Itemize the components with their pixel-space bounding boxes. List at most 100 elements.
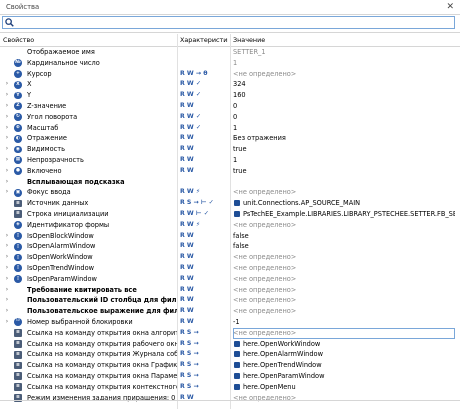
close-icon[interactable]: ✕ <box>446 0 454 14</box>
property-row[interactable]: › X X R W ✓ 324 <box>0 79 460 90</box>
property-row[interactable]: › ▯ IsOpenWorkWindow R W <не определено> <box>0 252 460 263</box>
property-row[interactable]: › ◐ Отражение R W Без отражения <box>0 133 460 144</box>
expand-chevron-icon[interactable]: › <box>4 144 10 155</box>
property-row[interactable]: › ¹² Номер выбранной блокировки R W -1 <box>0 317 460 328</box>
expand-chevron-icon[interactable]: › <box>4 133 10 144</box>
property-row[interactable]: › ▯ IsOpenAlarmWindow R W false <box>0 241 460 252</box>
property-row[interactable]: › Требование квитировать все R W <не опреде… <box>0 285 460 296</box>
property-value[interactable]: here.OpenAlarmWindow <box>243 349 455 360</box>
expand-chevron-icon[interactable]: › <box>4 155 10 166</box>
column-value[interactable]: Значение <box>233 34 453 46</box>
expand-chevron-icon[interactable] <box>4 382 10 393</box>
property-row[interactable]: › ▯ IsOpenBlockWindow R W false <box>0 231 460 242</box>
expand-chevron-icon[interactable]: › <box>4 231 10 242</box>
property-row[interactable]: › ▦ Непрозрачность R W 1 <box>0 155 460 166</box>
expand-chevron-icon[interactable]: › <box>4 166 10 177</box>
property-row[interactable]: ◈ Идентификатор формы R W ⚡ <не определено> <box>0 220 460 231</box>
expand-chevron-icon[interactable] <box>4 328 10 339</box>
property-value[interactable]: <не определено> <box>233 285 455 296</box>
expand-chevron-icon[interactable]: › <box>4 177 10 188</box>
property-row[interactable]: › ▣ Фокус ввода R W ⚡ <не определено> <box>0 187 460 198</box>
expand-chevron-icon[interactable]: › <box>4 90 10 101</box>
property-row[interactable]: ≡ Ссылка на команду открытия контекстного… <box>0 382 460 393</box>
column-characteristics[interactable]: Характеристики <box>180 34 228 46</box>
property-row[interactable]: › ▯ IsOpenTrendWindow R W <не определено> <box>0 263 460 274</box>
expand-chevron-icon[interactable]: › <box>4 263 10 274</box>
property-value[interactable]: <не определено> <box>233 263 455 274</box>
column-property[interactable]: Свойство <box>3 34 175 46</box>
expand-chevron-icon[interactable]: › <box>4 123 10 134</box>
property-row[interactable]: ≡ Ссылка на команду открытия окна алгорит… <box>0 327 460 339</box>
property-row[interactable]: › ↻ Угол поворота R W ✓ 0 <box>0 112 460 123</box>
expand-chevron-icon[interactable] <box>4 339 10 350</box>
property-value[interactable]: -1 <box>233 317 455 328</box>
expand-chevron-icon[interactable] <box>4 393 10 404</box>
property-row[interactable]: › ⊕ Масштаб R W ✓ 1 <box>0 123 460 134</box>
property-value[interactable]: <не определено> <box>233 187 455 198</box>
expand-chevron-icon[interactable]: › <box>4 317 10 328</box>
expand-chevron-icon[interactable]: › <box>4 241 10 252</box>
property-row[interactable]: ≡Режим изменения задания приращения: 0 -… <box>0 393 460 404</box>
property-row[interactable]: ≡ Ссылка на команду открытия рабочего окн… <box>0 339 460 350</box>
property-value[interactable]: <не определено> <box>233 306 455 317</box>
expand-chevron-icon[interactable] <box>4 360 10 371</box>
property-row[interactable]: ≡ Ссылка на команду открытия окна Графико… <box>0 360 460 371</box>
property-value[interactable]: false <box>233 241 455 252</box>
property-value[interactable]: here.OpenMenu <box>243 382 455 393</box>
property-value[interactable] <box>233 177 455 188</box>
property-value[interactable]: true <box>233 144 455 155</box>
property-value[interactable]: here.OpenWorkWindow <box>243 339 455 350</box>
property-row[interactable]: › ◉ Видимость R W true <box>0 144 460 155</box>
property-value[interactable]: SETTER_1 <box>233 47 455 58</box>
property-row[interactable]: › Всплывающая подсказка <box>0 177 460 188</box>
property-value[interactable]: here.OpenTrendWindow <box>243 360 455 371</box>
property-value[interactable]: 0 <box>233 101 455 112</box>
expand-chevron-icon[interactable]: › <box>4 274 10 285</box>
expand-chevron-icon[interactable]: › <box>4 252 10 263</box>
property-row[interactable]: › Z Z-значение R W 0 <box>0 101 460 112</box>
expand-chevron-icon[interactable]: › <box>4 306 10 317</box>
property-value[interactable]: 1 <box>233 58 455 69</box>
property-row[interactable]: № Кардинальное число 1 <box>0 58 460 69</box>
expand-chevron-icon[interactable] <box>4 58 10 69</box>
property-value[interactable]: 1 <box>233 123 455 134</box>
property-value[interactable]: <не определено> <box>233 393 455 404</box>
property-row[interactable]: › Y Y R W ✓ 160 <box>0 90 460 101</box>
property-row[interactable]: › Пользовательское выражение для фильтраR… <box>0 306 460 317</box>
expand-chevron-icon[interactable] <box>4 220 10 231</box>
property-value[interactable]: <не определено> <box>233 69 455 80</box>
property-value[interactable]: <не определено> <box>233 220 455 231</box>
property-value[interactable]: <не определено> <box>233 252 455 263</box>
expand-chevron-icon[interactable] <box>4 69 10 80</box>
property-row[interactable]: › Пользовательский ID столбца для фильтра… <box>0 295 460 306</box>
expand-chevron-icon[interactable]: › <box>4 112 10 123</box>
property-value[interactable]: 1 <box>233 155 455 166</box>
property-value[interactable]: <не определено> <box>233 274 455 285</box>
search-input[interactable] <box>2 16 455 29</box>
expand-chevron-icon[interactable]: › <box>4 295 10 306</box>
expand-chevron-icon[interactable]: › <box>4 101 10 112</box>
property-value[interactable]: false <box>233 231 455 242</box>
property-row[interactable]: › ● Включено R W true <box>0 166 460 177</box>
property-value[interactable]: Без отражения <box>233 133 455 144</box>
property-row[interactable]: ≡ Строка инициализации R W ⊢ ✓ PsTechEE_Exa… <box>0 209 460 220</box>
expand-chevron-icon[interactable] <box>4 198 10 209</box>
expand-chevron-icon[interactable] <box>4 209 10 220</box>
property-value[interactable]: unit.Connections.AP_SOURCE_MAIN <box>243 198 455 209</box>
property-row[interactable]: ≡ Ссылка на команду открытия окна Парамет… <box>0 371 460 382</box>
property-value[interactable]: here.OpenParamWindow <box>243 371 455 382</box>
property-value[interactable]: 0 <box>233 112 455 123</box>
expand-chevron-icon[interactable] <box>4 371 10 382</box>
expand-chevron-icon[interactable] <box>4 47 10 58</box>
expand-chevron-icon[interactable]: › <box>4 79 10 90</box>
property-value[interactable]: 160 <box>233 90 455 101</box>
property-row[interactable]: ≡ Источник данных R S → ⊢ ✓ unit.Connection… <box>0 198 460 209</box>
expand-chevron-icon[interactable]: › <box>4 285 10 296</box>
property-value[interactable]: PsTechEE_Example.LIBRARIES.LIBRARY_PSTEC… <box>243 209 455 220</box>
property-value[interactable]: 324 <box>233 79 455 90</box>
property-row[interactable]: › ▯ IsOpenParamWindow R W <не определено> <box>0 274 460 285</box>
property-value[interactable]: <не определено> <box>233 295 455 306</box>
property-value[interactable]: true <box>233 166 455 177</box>
expand-chevron-icon[interactable] <box>4 349 10 360</box>
expand-chevron-icon[interactable]: › <box>4 187 10 198</box>
